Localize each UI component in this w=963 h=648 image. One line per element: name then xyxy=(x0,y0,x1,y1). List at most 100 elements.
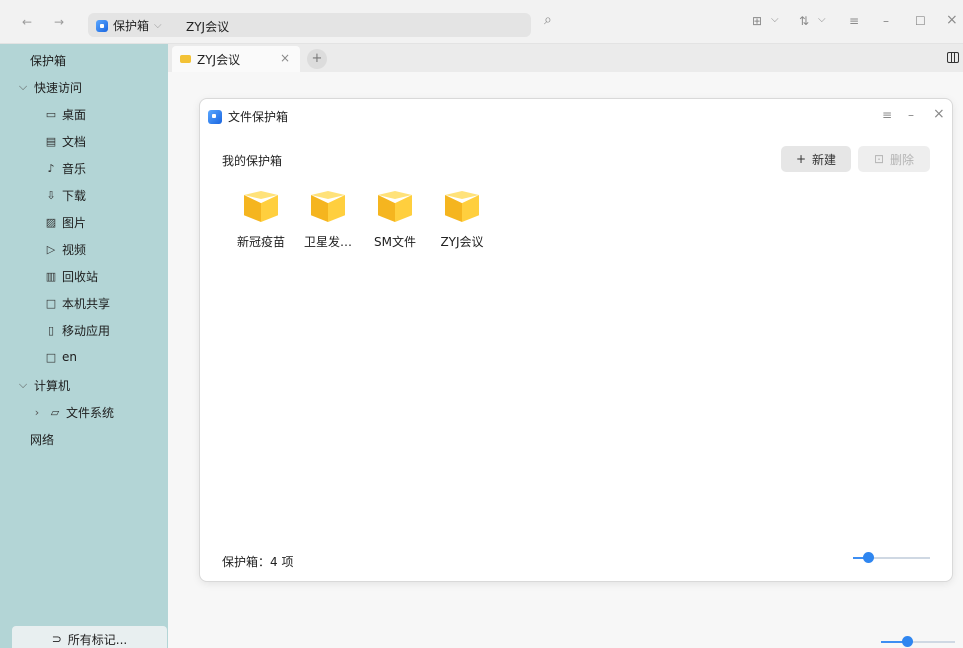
vault-name: ZYJ会议 xyxy=(440,235,484,249)
vault-icon xyxy=(208,109,222,124)
sort-dropdown-icon[interactable]: ⌵ xyxy=(818,14,826,25)
close-icon[interactable]: × xyxy=(933,106,945,122)
forward-button[interactable]: → xyxy=(54,15,64,29)
chevron-down-icon[interactable]: ⌵ xyxy=(16,80,30,94)
vault-item[interactable]: SM文件 xyxy=(364,191,426,250)
sidebar: 保护箱 ⌵ 快速访问 ▭ 桌面 ▤ 文档 ♪ 音乐 ⇩ 下载 ▨ 图片 ▷ 视频 ▥ 回收站 □ 本机共享 ▯ 移… xyxy=(0,44,168,648)
minimize-icon[interactable]: – xyxy=(883,14,889,28)
new-vault-label: 新建 xyxy=(812,152,837,167)
menu-icon[interactable]: ≡ xyxy=(849,14,859,28)
sidebar-item-0[interactable]: ▭ 桌面 xyxy=(0,101,168,127)
music-icon: ♪ xyxy=(47,161,55,175)
split-view-icon[interactable] xyxy=(947,52,959,63)
vault-list-heading: 我的保护箱 xyxy=(222,154,283,168)
sidebar-item-7[interactable]: □ 本机共享 xyxy=(0,290,168,316)
tab-zyj[interactable]: ZYJ会议 × xyxy=(172,46,300,72)
download-icon: ⇩ xyxy=(46,188,56,202)
title-bar: ← → 保护箱 ⌵ ZYJ会议 ⌕ ⊞ ⌵ ⇅ ⌵ ≡ – ☐ × xyxy=(0,0,963,44)
sidebar-item-label: 本机共享 xyxy=(62,296,111,311)
folder-icon: □ xyxy=(45,350,57,364)
sidebar-item-label: 文件系统 xyxy=(66,405,115,420)
breadcrumb-root-label: 保护箱 xyxy=(113,19,150,33)
trash-icon: ▥ xyxy=(45,269,57,283)
vault-item[interactable]: ZYJ会议 xyxy=(431,191,493,250)
new-vault-button[interactable]: + 新建 xyxy=(781,146,851,172)
sidebar-group-quick-access[interactable]: ⌵ 快速访问 xyxy=(0,74,168,100)
document-icon: ▤ xyxy=(45,134,57,148)
add-tab-button[interactable]: + xyxy=(307,49,327,69)
menu-icon[interactable]: ≡ xyxy=(882,108,892,122)
folder-icon xyxy=(180,55,191,63)
sidebar-group-label: 计算机 xyxy=(34,378,71,393)
view-dropdown-icon[interactable]: ⌵ xyxy=(771,14,779,25)
sidebar-item-label: 桌面 xyxy=(62,107,87,122)
sidebar-group-label: 快速访问 xyxy=(34,80,83,95)
chevron-down-icon[interactable]: ⌵ xyxy=(154,20,162,31)
sidebar-item-label: 移动应用 xyxy=(62,323,111,338)
sidebar-item-9[interactable]: □ en xyxy=(0,344,168,370)
disk-icon: ▱ xyxy=(50,405,60,419)
folder-icon: □ xyxy=(45,296,57,310)
sidebar-item-5[interactable]: ▷ 视频 xyxy=(0,236,168,262)
plus-icon: + xyxy=(795,152,807,166)
chevron-right-icon[interactable]: › xyxy=(30,406,44,419)
dialog-title-label: 文件保护箱 xyxy=(228,110,289,124)
vault-item[interactable]: 新冠疫苗 xyxy=(230,191,292,250)
sidebar-item-6[interactable]: ▥ 回收站 xyxy=(0,263,168,289)
vault-dialog: 文件保护箱 ≡ – × 我的保护箱 + 新建 ⊡ 删除 新冠疫苗 卫星发… SM文件… xyxy=(199,98,953,582)
sidebar-item-3[interactable]: ⇩ 下载 xyxy=(0,182,168,208)
vault-box-icon xyxy=(445,191,479,222)
desktop-icon: ▭ xyxy=(45,107,57,121)
sidebar-item-label: 图片 xyxy=(62,215,87,230)
icon-size-slider-handle[interactable] xyxy=(863,552,874,563)
sidebar-item-label: 网络 xyxy=(30,432,55,447)
address-bar[interactable]: 保护箱 ⌵ ZYJ会议 xyxy=(88,13,531,37)
grid-view-icon[interactable]: ⊞ xyxy=(752,14,762,28)
sidebar-item-2[interactable]: ♪ 音乐 xyxy=(0,155,168,181)
sidebar-item-1[interactable]: ▤ 文档 xyxy=(0,128,168,154)
trash-icon: ⊡ xyxy=(873,152,885,166)
all-tags-button[interactable]: ⊃ 所有标记... xyxy=(12,626,167,648)
sidebar-item-4[interactable]: ▨ 图片 xyxy=(0,209,168,235)
video-icon: ▷ xyxy=(46,242,56,256)
delete-vault-label: 删除 xyxy=(890,152,915,167)
back-button[interactable]: ← xyxy=(22,15,32,29)
breadcrumb-root[interactable]: 保护箱 ⌵ xyxy=(96,17,162,34)
vault-name: SM文件 xyxy=(374,235,416,249)
close-icon[interactable]: × xyxy=(946,12,958,28)
maximize-icon[interactable]: ☐ xyxy=(915,14,926,28)
minimize-icon[interactable]: – xyxy=(908,108,914,122)
sidebar-item-8[interactable]: ▯ 移动应用 xyxy=(0,317,168,343)
delete-vault-button[interactable]: ⊡ 删除 xyxy=(858,146,930,172)
sidebar-item-network[interactable]: 网络 xyxy=(0,426,168,452)
breadcrumb-current[interactable]: ZYJ会议 xyxy=(186,18,229,35)
vault-box-icon xyxy=(244,191,278,222)
sidebar-item-label: 视频 xyxy=(62,242,87,257)
vault-item[interactable]: 卫星发… xyxy=(297,191,359,250)
phone-icon: ▯ xyxy=(47,323,55,337)
vault-icon xyxy=(96,19,108,32)
chevron-down-icon[interactable]: ⌵ xyxy=(16,378,30,392)
search-icon[interactable]: ⌕ xyxy=(544,12,552,28)
sidebar-item-filesystem[interactable]: › ▱ 文件系统 xyxy=(0,399,168,425)
sidebar-item-vault[interactable]: 保护箱 xyxy=(0,47,168,73)
vault-box-icon xyxy=(378,191,412,222)
tab-label: ZYJ会议 xyxy=(197,52,241,67)
sidebar-item-label: 下载 xyxy=(62,188,87,203)
vault-name: 新冠疫苗 xyxy=(236,235,285,249)
vault-box-icon xyxy=(311,191,345,222)
tag-icon: ⊃ xyxy=(51,632,62,646)
tab-close-icon[interactable]: × xyxy=(280,51,290,65)
sidebar-item-label: 回收站 xyxy=(62,269,99,284)
tab-bar: ZYJ会议 × + xyxy=(168,44,963,72)
status-bar-count: 保护箱：4 项 xyxy=(222,555,294,569)
vault-name: 卫星发… xyxy=(303,235,352,249)
sort-icon[interactable]: ⇅ xyxy=(799,14,809,28)
sidebar-item-label: en xyxy=(62,350,77,364)
sidebar-item-label: 音乐 xyxy=(62,161,87,176)
picture-icon: ▨ xyxy=(45,215,57,229)
sidebar-group-computer[interactable]: ⌵ 计算机 xyxy=(0,372,168,398)
zoom-slider-handle[interactable] xyxy=(902,636,913,647)
all-tags-label: 所有标记... xyxy=(67,632,128,647)
sidebar-item-label: 文档 xyxy=(62,134,87,149)
